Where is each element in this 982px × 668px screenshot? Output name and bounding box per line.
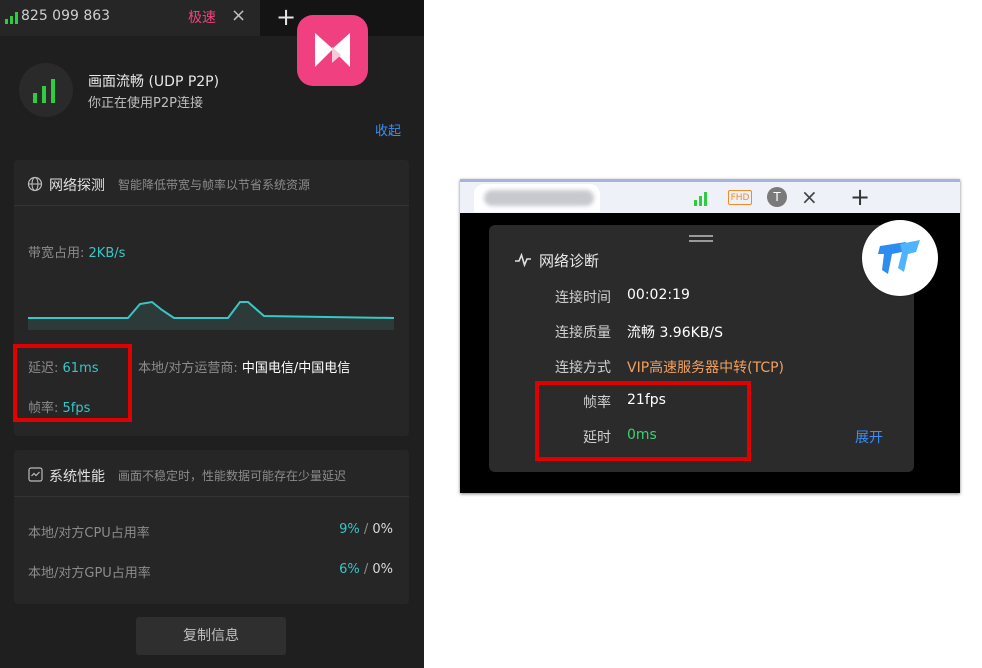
operator-row: 本地/对方运营商: 中国电信/中国电信 [138, 357, 350, 376]
operator-label: 本地/对方运营商: [138, 361, 238, 376]
connection-time-value: 00:02:19 [627, 287, 690, 303]
cpu-usage: 9% / 0% [339, 522, 393, 537]
divider [14, 205, 409, 206]
connection-quality-label: 连接质量 [555, 325, 611, 341]
app-logo-icon [315, 33, 350, 67]
connection-title: 画面流畅 (UDP P2P) [88, 74, 220, 90]
new-tab-icon[interactable]: + [850, 183, 870, 211]
app-logo [297, 15, 368, 86]
gpu-separator: / [359, 562, 373, 577]
system-performance-title: 系统性能 [49, 469, 105, 485]
system-performance-desc: 画面不稳定时，性能数据可能存在少量延迟 [118, 469, 347, 483]
expand-link[interactable]: 展开 [855, 427, 883, 447]
monitor-chart-icon [28, 467, 43, 482]
blurred-tab-title [484, 190, 594, 206]
tab-close-icon[interactable]: × [801, 185, 818, 209]
globe-icon [27, 176, 43, 192]
divider [14, 496, 409, 497]
highlight-box [13, 344, 132, 422]
session-tab[interactable]: 825 099 863 极速 × [0, 0, 260, 36]
gpu-remote: 0% [372, 562, 393, 577]
cpu-remote: 0% [372, 522, 393, 537]
speed-badge: 极速 [188, 10, 216, 26]
cpu-label: 本地/对方CPU占用率 [28, 526, 150, 541]
cpu-local: 9% [339, 522, 360, 537]
bandwidth-row: 带宽占用: 2KB/s [28, 242, 125, 261]
connection-quality-value: 流畅 3.96KB/S [627, 325, 724, 341]
todesk-logo [862, 220, 938, 296]
cpu-separator: / [359, 522, 373, 537]
remote-session-panel: 825 099 863 极速 × + 画面流畅 (UDP P2P) 你正在使用P… [0, 0, 424, 668]
session-tab[interactable] [474, 184, 600, 212]
highlight-box [535, 381, 751, 461]
bandwidth-label: 带宽占用: [28, 246, 85, 261]
copy-info-button[interactable]: 复制信息 [136, 617, 286, 655]
signal-icon [5, 11, 18, 24]
network-probe-desc: 智能降低带宽与帧率以节省系统资源 [118, 178, 311, 192]
bandwidth-graph [28, 300, 394, 330]
gpu-usage: 6% / 0% [339, 562, 393, 577]
tab-bar: FHD T × + [460, 179, 960, 213]
gpu-local: 6% [339, 562, 360, 577]
connection-mode-value: VIP高速服务器中转(TCP) [627, 360, 785, 376]
bandwidth-value: 2KB/s [88, 246, 126, 261]
connection-mode-label: 连接方式 [555, 360, 611, 376]
collapse-link[interactable]: 收起 [375, 120, 401, 139]
todesk-logo-icon [878, 240, 920, 274]
operator-value: 中国电信/中国电信 [241, 361, 351, 376]
system-performance-card: 系统性能 画面不稳定时，性能数据可能存在少量延迟 本地/对方CPU占用率 9% … [14, 450, 409, 604]
device-id: 825 099 863 [21, 8, 111, 24]
pulse-icon [515, 253, 531, 267]
drag-handle-line [689, 240, 713, 242]
quality-avatar [19, 63, 73, 117]
drag-handle[interactable] [689, 235, 713, 237]
network-probe-title: 网络探测 [49, 178, 105, 194]
gpu-label: 本地/对方GPU占用率 [28, 566, 151, 581]
tab-close-icon[interactable]: × [231, 5, 246, 26]
fhd-badge[interactable]: FHD [728, 190, 752, 205]
connection-subtitle: 你正在使用P2P连接 [88, 96, 203, 111]
signal-strength-icon [33, 77, 55, 103]
signal-icon [694, 192, 707, 206]
connection-time-label: 连接时间 [555, 290, 611, 306]
new-tab-icon[interactable]: + [276, 2, 296, 32]
diagnosis-title: 网络诊断 [539, 252, 600, 270]
user-avatar[interactable]: T [767, 187, 787, 207]
